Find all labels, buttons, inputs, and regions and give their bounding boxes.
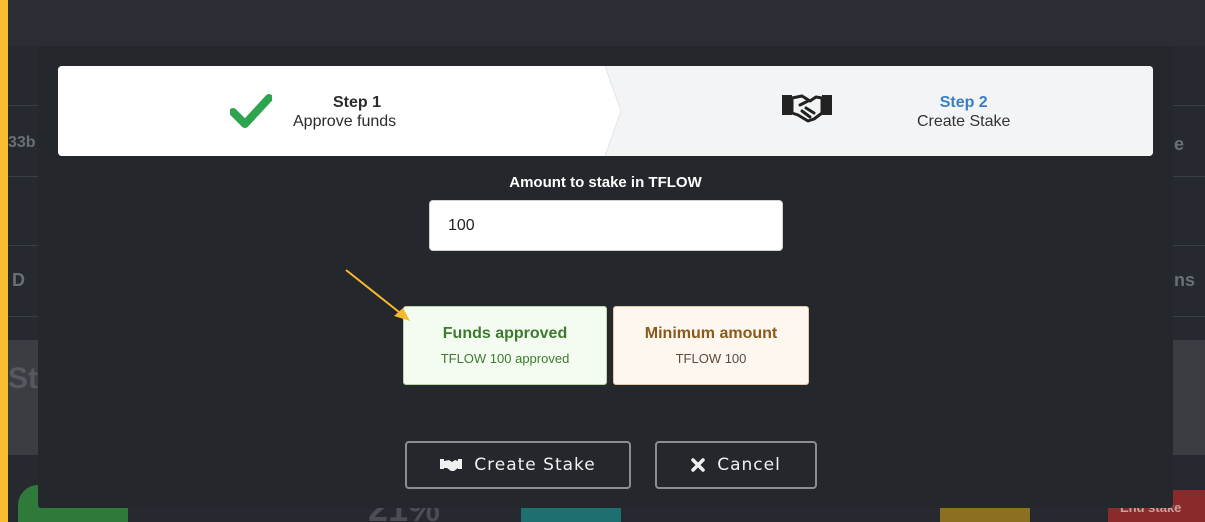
cancel-label: Cancel (717, 455, 781, 475)
funds-approved-detail: TFLOW 100 approved (440, 351, 570, 366)
cancel-button[interactable]: Cancel (655, 441, 817, 489)
funds-approved-status: Funds approved TFLOW 100 approved (403, 306, 607, 385)
background-text: ns (1174, 270, 1196, 290)
step-1-subtitle: Approve funds (293, 113, 397, 131)
amount-label: Amount to stake in TFLOW (509, 174, 702, 191)
stepper: Step 1 Approve funds Step 2 Create Stake (58, 66, 1153, 156)
background-text: e (1174, 134, 1185, 154)
step-approve-funds: Step 1 Approve funds (58, 66, 605, 156)
background-header (8, 0, 1205, 46)
step-separator-chevron (605, 66, 622, 156)
background-text: D (12, 270, 25, 290)
pointer-arrow-icon (345, 269, 410, 321)
handshake-icon (778, 91, 836, 127)
background-text: 33b (8, 134, 36, 151)
amount-input[interactable] (429, 200, 783, 251)
check-icon (229, 94, 273, 132)
funds-approved-title: Funds approved (442, 325, 568, 342)
create-stake-button[interactable]: Create Stake (405, 441, 631, 489)
minimum-amount-title: Minimum amount (644, 325, 778, 342)
create-stake-label: Create Stake (474, 455, 596, 475)
step-create-stake: Step 2 Create Stake (605, 66, 1153, 156)
close-icon (691, 458, 705, 472)
step-2-subtitle: Create Stake (917, 113, 1011, 131)
step-1-text: Step 1 Approve funds (293, 93, 396, 131)
minimum-amount-detail: TFLOW 100 (675, 351, 747, 366)
step-2-text: Step 2 Create Stake (917, 93, 1010, 131)
minimum-amount-status: Minimum amount TFLOW 100 (613, 306, 809, 385)
create-stake-modal: Step 1 Approve funds Step 2 Create Stake (38, 46, 1173, 508)
step-2-title: Step 2 (939, 94, 988, 111)
step-1-title: Step 1 (333, 94, 382, 111)
background-text: St (8, 362, 38, 395)
handshake-icon (440, 458, 463, 472)
